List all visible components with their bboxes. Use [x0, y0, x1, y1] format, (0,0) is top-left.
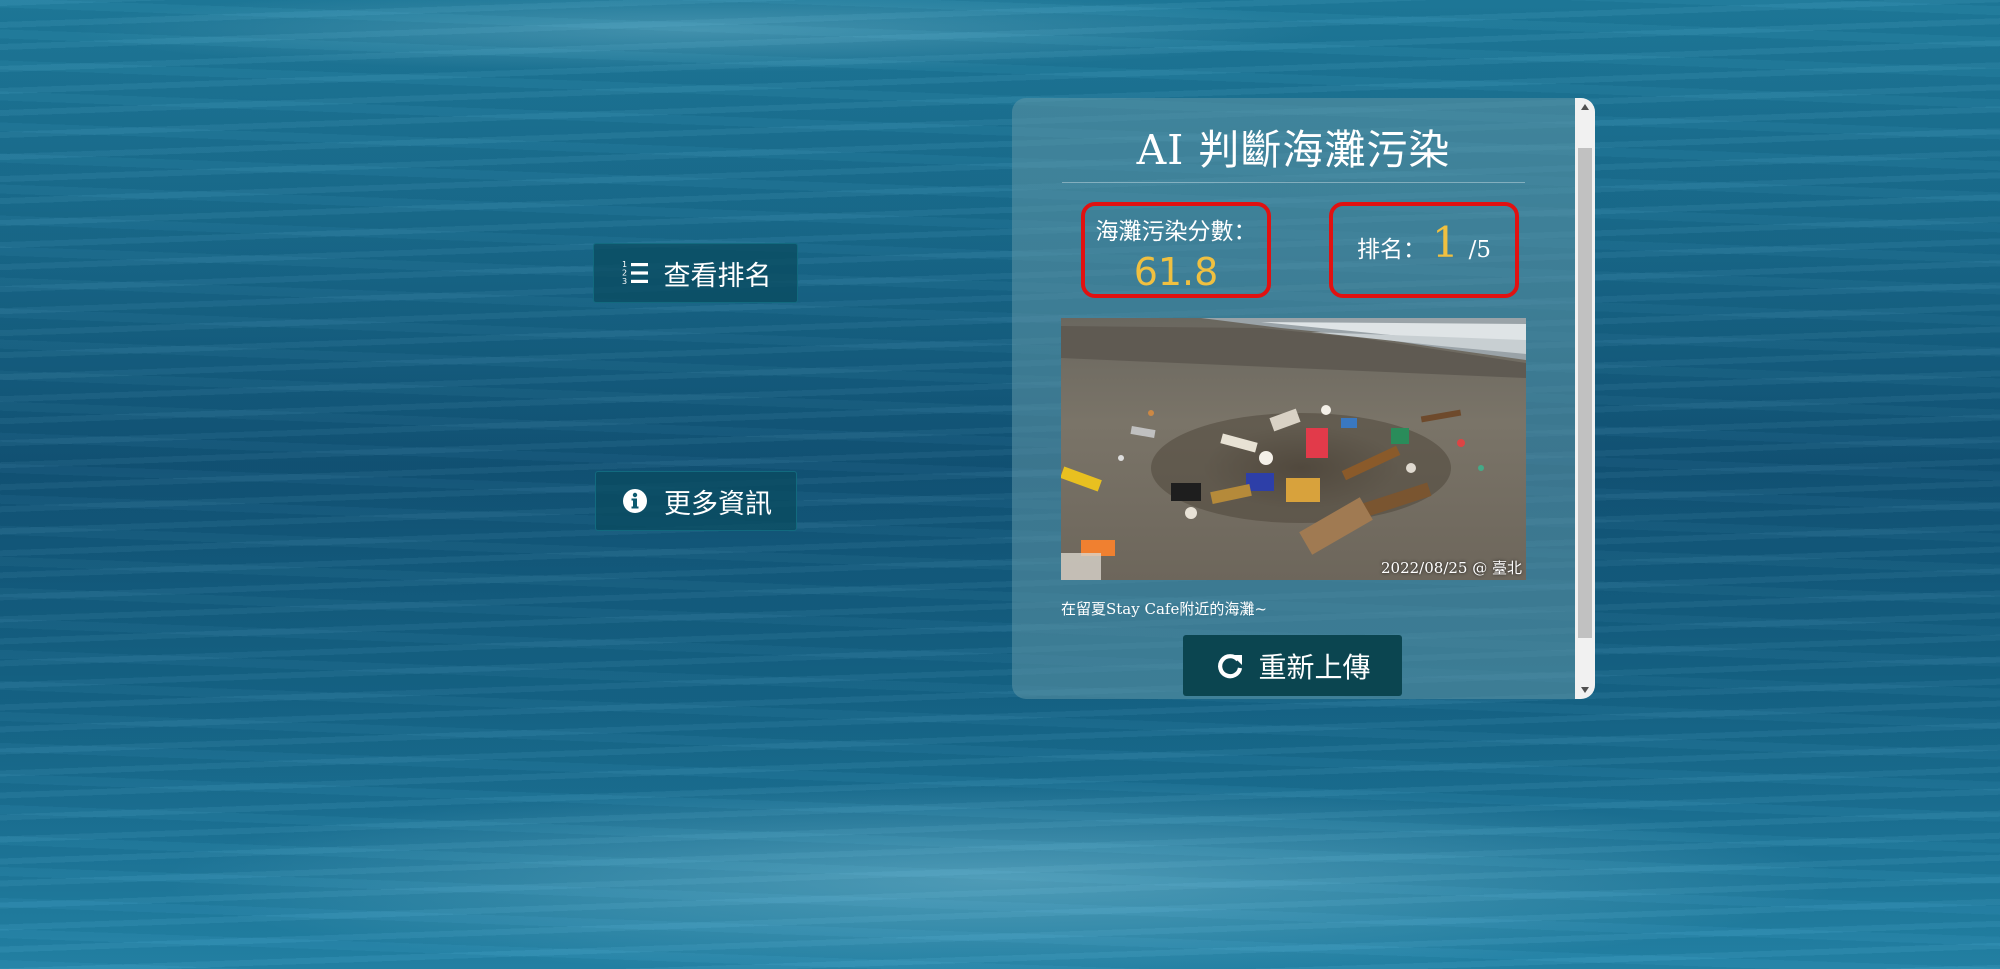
- refresh-icon: [1214, 650, 1246, 682]
- view-ranking-label: 查看排名: [663, 260, 772, 292]
- card-scrollbar[interactable]: [1575, 98, 1595, 699]
- scrollbar-thumb[interactable]: [1578, 148, 1592, 638]
- info-circle-icon: [620, 486, 650, 516]
- title-divider: [1062, 182, 1525, 183]
- list-ol-icon: 1 2 3: [620, 258, 650, 288]
- reupload-button[interactable]: 重新上傳: [1183, 635, 1402, 696]
- rank-label: 排名：: [1356, 237, 1426, 263]
- beach-trash-photo: 2022/08/25 @ 臺北: [1061, 318, 1526, 580]
- reupload-label: 重新上傳: [1258, 650, 1371, 684]
- scroll-up-icon[interactable]: [1575, 98, 1595, 116]
- rank-box: 排名： 1 /5: [1329, 202, 1519, 298]
- view-ranking-button[interactable]: 1 2 3 查看排名: [593, 243, 798, 303]
- rank-total: /5: [1468, 237, 1492, 263]
- svg-text:3: 3: [622, 277, 627, 286]
- card-title: AI 判斷海灘污染: [1136, 126, 1451, 174]
- pollution-score-label: 海灘污染分數：: [1095, 219, 1257, 245]
- pollution-result-card: AI 判斷海灘污染 海灘污染分數： 61.8 排名： 1 /5 2022/08/…: [1012, 98, 1595, 699]
- photo-caption: 2022/08/25 @ 臺北: [1381, 559, 1522, 577]
- scroll-down-icon[interactable]: [1575, 681, 1595, 699]
- more-info-label: 更多資訊: [664, 488, 772, 520]
- pollution-score-box: 海灘污染分數： 61.8: [1081, 202, 1271, 298]
- pollution-score-value: 61.8: [1133, 250, 1219, 294]
- photo-description: 在留夏Stay Cafe附近的海灘~: [1061, 600, 1267, 618]
- rank-value: 1: [1431, 218, 1459, 267]
- more-info-button[interactable]: 更多資訊: [595, 471, 797, 531]
